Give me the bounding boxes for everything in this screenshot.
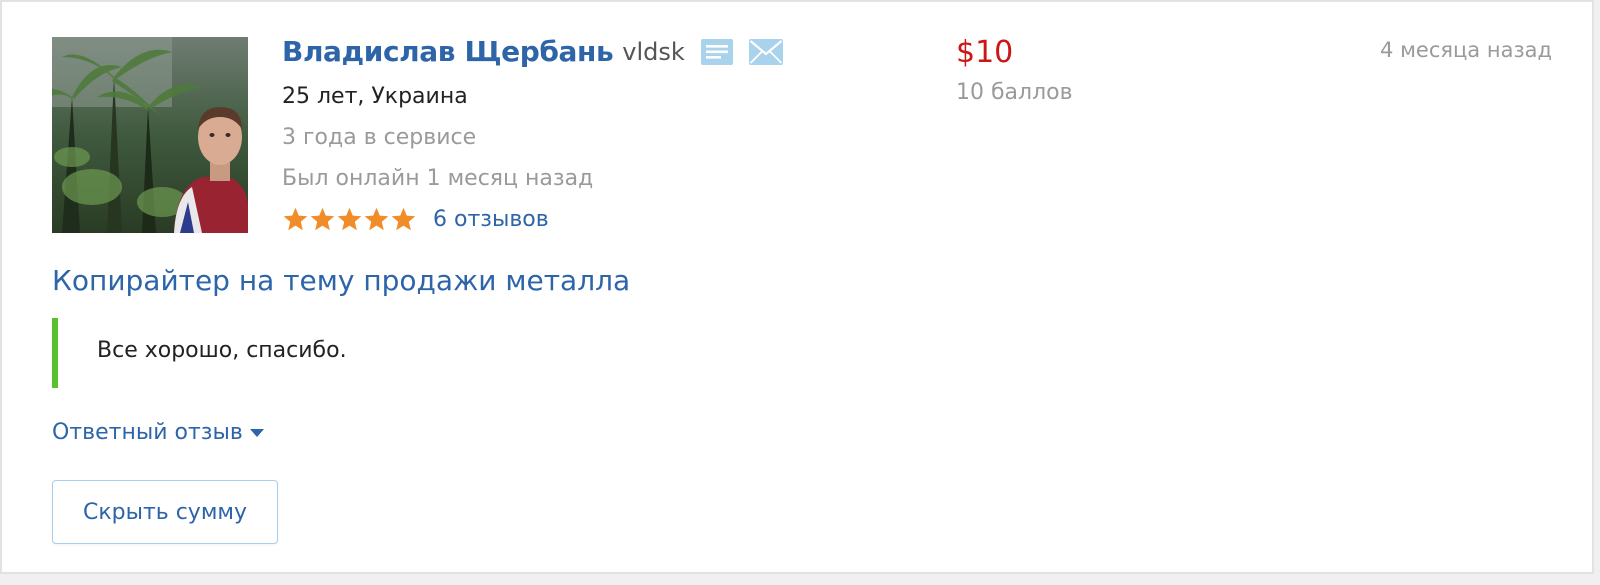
reviews-count-link[interactable]: 6 отзывов [433, 207, 549, 232]
avatar[interactable] [52, 37, 248, 233]
review-card: Владислав Щербань vldsk 25 лет, Украина … [0, 0, 1594, 574]
star-icon [391, 207, 416, 231]
document-lines-icon[interactable] [700, 38, 733, 65]
star-icon [283, 207, 308, 231]
rating-row: 6 отзывов [282, 206, 549, 233]
avatar-photo [52, 37, 248, 233]
reply-review-label: Ответный отзыв [52, 420, 243, 445]
name-row: Владислав Щербань vldsk [282, 35, 783, 68]
review-date: 4 месяца назад [1380, 38, 1552, 62]
order-points: 10 баллов [956, 80, 1073, 105]
envelope-icon[interactable] [748, 38, 783, 65]
project-title-link[interactable]: Копирайтер на тему продажи металла [52, 264, 630, 297]
reviewer-service-time: 3 года в сервисе [282, 125, 477, 150]
caret-down-icon [249, 428, 264, 437]
reply-review-toggle[interactable]: Ответный отзыв [52, 420, 264, 445]
reviewer-age-country: 25 лет, Украина [282, 84, 468, 109]
review-quote: Все хорошо, спасибо. [52, 318, 1452, 388]
reviewer-name-link[interactable]: Владислав Щербань [282, 35, 614, 68]
star-icon [337, 207, 362, 231]
star-icon [310, 207, 335, 231]
hide-amount-button[interactable]: Скрыть сумму [52, 480, 278, 544]
rating-stars [282, 206, 417, 233]
reviewer-login: vldsk [622, 37, 685, 66]
order-price: $10 [956, 35, 1014, 70]
reviewer-last-online: Был онлайн 1 месяц назад [282, 166, 594, 191]
star-icon [364, 207, 389, 231]
review-text: Все хорошо, спасибо. [97, 338, 347, 363]
